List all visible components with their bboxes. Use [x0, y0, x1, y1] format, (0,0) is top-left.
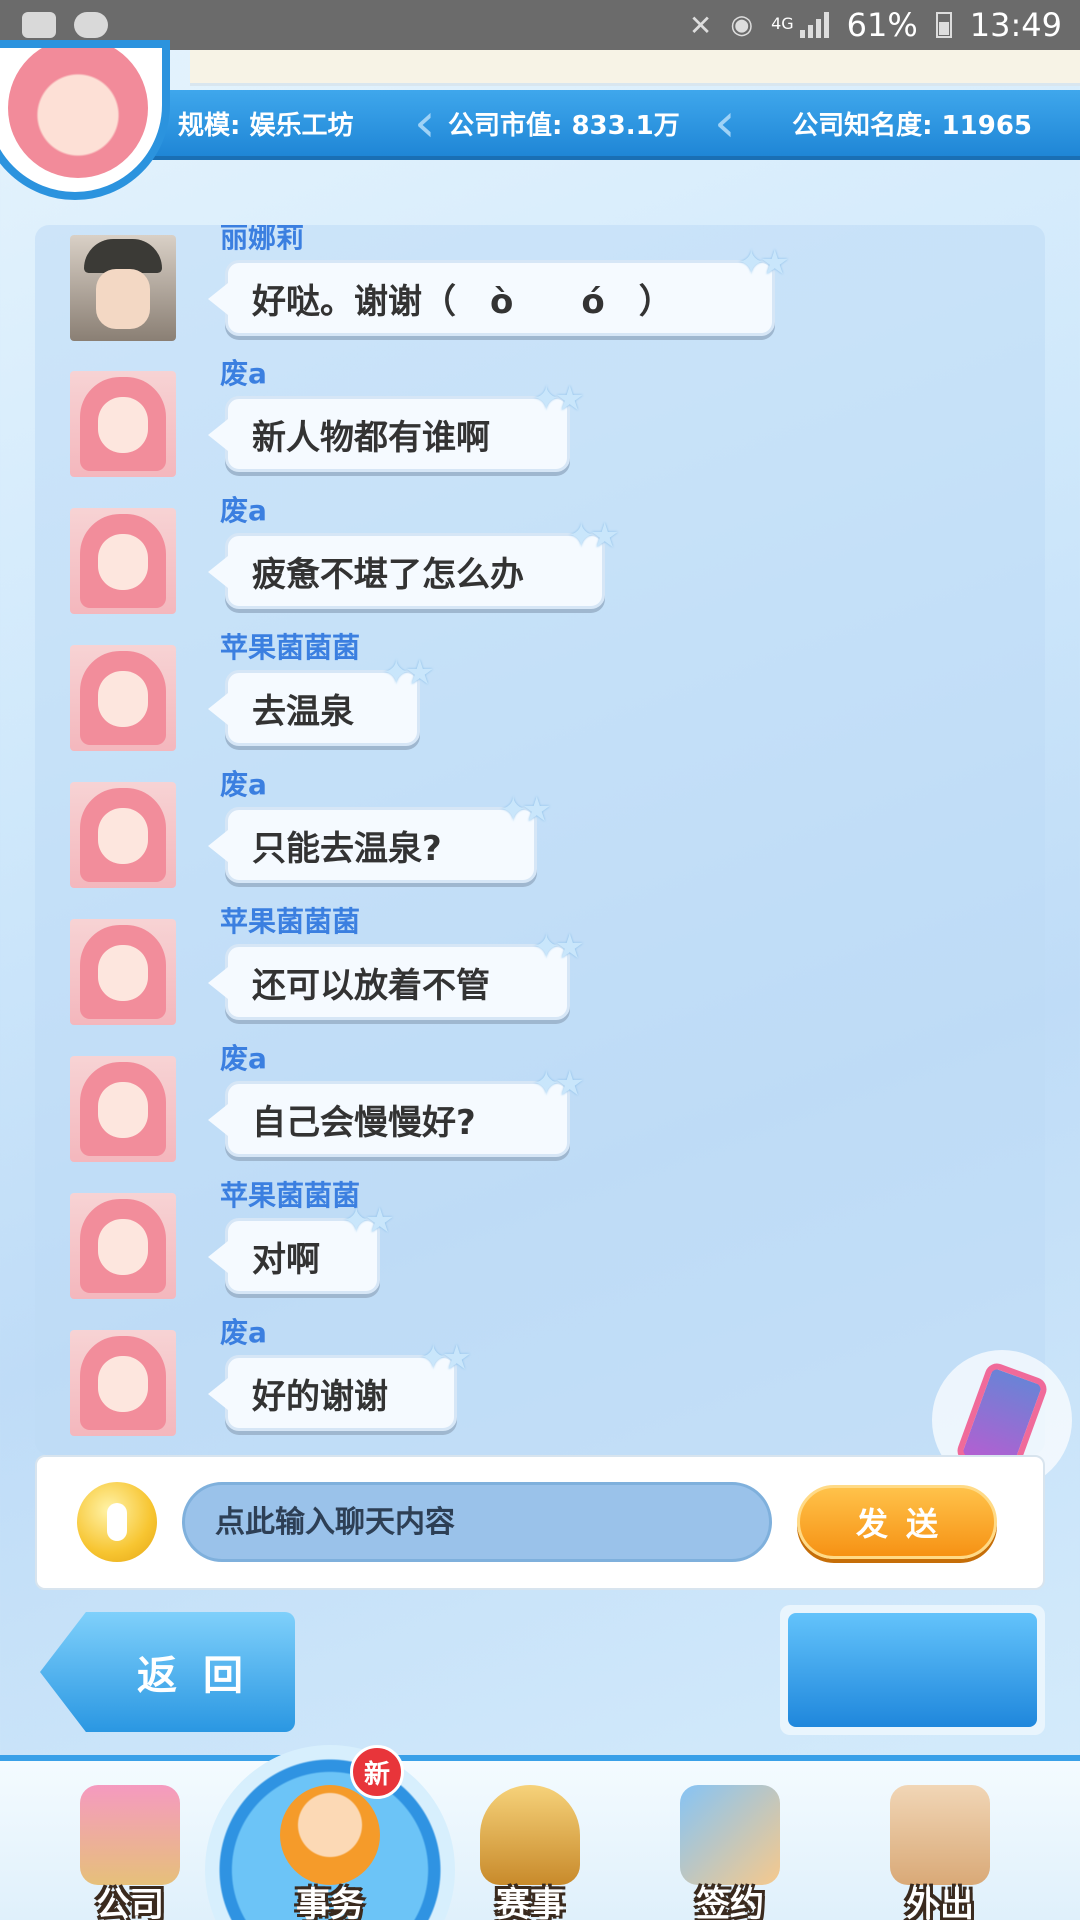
- sender-name: 废a: [220, 768, 267, 801]
- nav-label: 签约: [696, 1885, 764, 1920]
- nav-item-company[interactable]: 公司: [50, 1765, 210, 1920]
- sender-name: 丽娜莉: [220, 225, 305, 254]
- battery-percent: 61%: [846, 6, 918, 44]
- message-bubble: 只能去温泉? ✦★: [208, 790, 552, 883]
- resource-strip: [190, 50, 1080, 86]
- star-decoration-icon: ✦★: [532, 927, 585, 967]
- chat-input[interactable]: [182, 1482, 772, 1562]
- chat-message: 废a 自己会慢慢好? ✦★: [35, 1041, 1045, 1171]
- message-bubble: 好的谢谢 ✦★: [208, 1338, 472, 1431]
- chat-message: 苹果菌菌菌 去温泉 ✦★: [35, 630, 1045, 760]
- chat-message: 废a 好的谢谢 ✦★: [35, 1315, 1045, 1445]
- new-badge: 新: [350, 1745, 404, 1799]
- avatar[interactable]: [70, 782, 176, 888]
- chat-message: 废a 疲惫不堪了怎么办 ✦★: [35, 493, 1045, 623]
- back-button[interactable]: 返回: [40, 1612, 295, 1732]
- mute-icon: ✕: [688, 8, 713, 42]
- clock: 13:49: [969, 6, 1062, 44]
- message-bubble: 还可以放着不管 ✦★: [208, 927, 585, 1020]
- door-exit-icon: [890, 1785, 990, 1885]
- star-decoration-icon: ✦★: [499, 790, 552, 830]
- avatar[interactable]: [70, 645, 176, 751]
- avatar[interactable]: [70, 1330, 176, 1436]
- manager-character-icon: [280, 1785, 380, 1885]
- sender-name: 废a: [220, 357, 267, 390]
- chat-message: 苹果菌菌菌 还可以放着不管 ✦★: [35, 904, 1045, 1034]
- signal-icon: [799, 12, 829, 38]
- nav-item-outing[interactable]: 外出: [860, 1765, 1020, 1920]
- avatar[interactable]: [70, 1056, 176, 1162]
- nav-label: 赛事: [496, 1885, 564, 1920]
- chat-message: 丽娜莉 好哒。谢谢（ ò ó ） ✦★: [35, 225, 1045, 350]
- avatar[interactable]: [70, 235, 176, 341]
- sender-name: 苹果菌菌菌: [220, 631, 361, 664]
- wechat-icon: [74, 12, 108, 38]
- nav-label: 事务: [296, 1885, 364, 1920]
- star-decoration-icon: ✦★: [567, 516, 620, 556]
- player-avatar[interactable]: [0, 40, 170, 200]
- nav-item-contest[interactable]: 赛事: [450, 1765, 610, 1920]
- sender-name: 苹果菌菌菌: [220, 905, 361, 938]
- company-building-icon: [80, 1785, 180, 1885]
- star-decoration-icon: ✦★: [737, 243, 790, 283]
- send-button[interactable]: 发送: [797, 1485, 997, 1559]
- chat-message: 废a 新人物都有谁啊 ✦★: [35, 356, 1045, 486]
- trophy-icon: [480, 1785, 580, 1885]
- battery-icon: [935, 12, 952, 38]
- message-bubble: 新人物都有谁啊 ✦★: [208, 379, 585, 472]
- avatar[interactable]: [70, 508, 176, 614]
- chat-message: 废a 只能去温泉? ✦★: [35, 767, 1045, 897]
- company-scale: 规模: 娱乐工坊: [178, 110, 354, 141]
- message-text: 新人物都有谁啊: [252, 417, 490, 458]
- contract-hand-icon: [680, 1785, 780, 1885]
- company-fame: 公司知名度: 11965: [714, 91, 1060, 154]
- avatar[interactable]: [70, 1193, 176, 1299]
- sender-name: 苹果菌菌菌: [220, 1179, 361, 1212]
- avatar[interactable]: [70, 919, 176, 1025]
- company-stats-bar: 规模: 娱乐工坊 公司市值: 833.1万 公司知名度: 11965: [150, 90, 1080, 160]
- nav-label: 外出: [906, 1885, 974, 1920]
- message-bubble: 自己会慢慢好? ✦★: [208, 1064, 585, 1157]
- network-type: 4G: [771, 14, 794, 33]
- chat-message: 苹果菌菌菌 对啊 ✦★: [35, 1178, 1045, 1308]
- chat-message-list[interactable]: 丽娜莉 好哒。谢谢（ ò ó ） ✦★ 废a 新人物都有谁啊 ✦★ 废a 疲惫不…: [35, 225, 1045, 1455]
- sender-name: 废a: [220, 494, 267, 527]
- company-market-value: 公司市值: 833.1万: [414, 91, 720, 154]
- message-text: 还可以放着不管: [252, 965, 490, 1006]
- message-bubble: 好哒。谢谢（ ò ó ） ✦★: [208, 243, 790, 336]
- message-text: 自己会慢慢好?: [252, 1102, 476, 1143]
- chat-input-bar: 发送: [35, 1455, 1045, 1590]
- message-text: 对啊: [252, 1239, 320, 1280]
- voice-input-button[interactable]: [77, 1482, 157, 1562]
- message-bubble: 疲惫不堪了怎么办 ✦★: [208, 516, 620, 609]
- message-icon: [22, 12, 56, 38]
- wifi-icon: ◉: [730, 10, 754, 40]
- star-decoration-icon: ✦★: [532, 379, 585, 419]
- star-decoration-icon: ✦★: [342, 1201, 395, 1241]
- microphone-icon: [107, 1503, 127, 1541]
- star-decoration-icon: ✦★: [382, 653, 435, 693]
- avatar[interactable]: [70, 371, 176, 477]
- nav-item-sign[interactable]: 签约: [650, 1765, 810, 1920]
- star-decoration-icon: ✦★: [419, 1338, 472, 1378]
- message-text: 好哒。谢谢（ ò ó ）: [252, 281, 673, 322]
- message-bubble: 去温泉 ✦★: [208, 653, 435, 746]
- message-text: 只能去温泉?: [252, 828, 442, 869]
- nav-label: 公司: [96, 1885, 164, 1920]
- sender-name: 废a: [220, 1042, 267, 1075]
- message-bubble: 对啊 ✦★: [208, 1201, 395, 1294]
- star-decoration-icon: ✦★: [532, 1064, 585, 1104]
- message-text: 疲惫不堪了怎么办: [252, 554, 524, 595]
- action-button[interactable]: [780, 1605, 1045, 1735]
- message-text: 好的谢谢: [252, 1376, 388, 1417]
- sender-name: 废a: [220, 1316, 267, 1349]
- message-text: 去温泉: [252, 691, 354, 732]
- back-button-label: 返回: [137, 1653, 269, 1699]
